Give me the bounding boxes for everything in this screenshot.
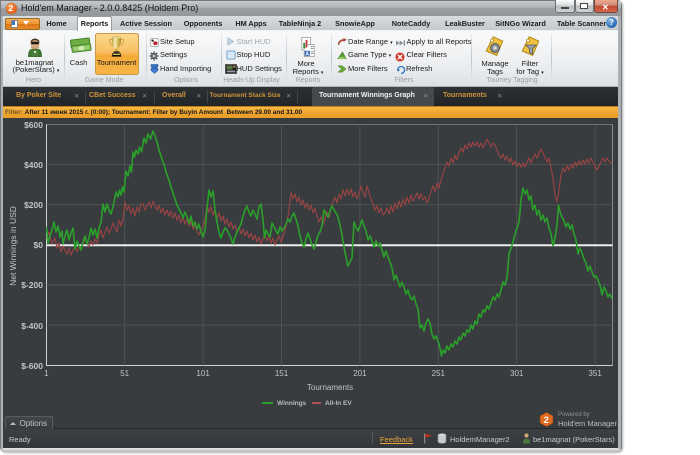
svg-text:A: A [305, 51, 309, 57]
svg-text:2: 2 [544, 415, 549, 426]
